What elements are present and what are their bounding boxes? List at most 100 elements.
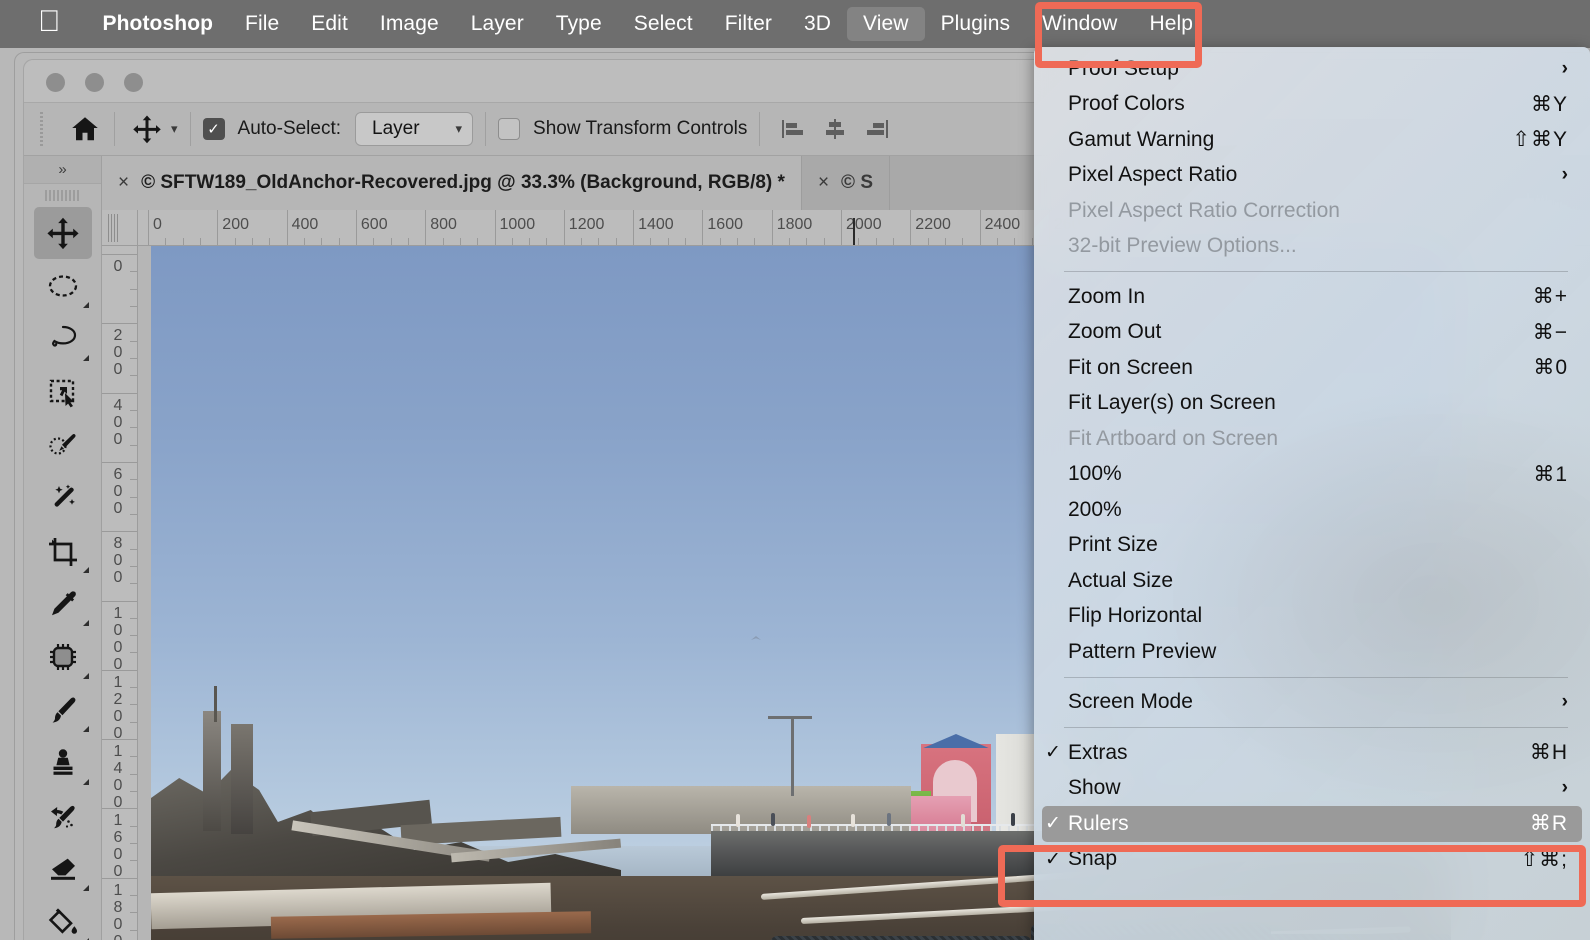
menu-3d[interactable]: 3D xyxy=(788,7,847,41)
menu-item-pixel-aspect-ratio-correction: Pixel Aspect Ratio Correction xyxy=(1034,193,1590,229)
menu-view[interactable]: View xyxy=(847,7,925,41)
menu-item-actual-size[interactable]: Actual Size xyxy=(1034,563,1590,599)
ruler-tick-major xyxy=(425,210,427,245)
ruler-tick-label: 1400 xyxy=(638,216,674,233)
menu-item-label: Show xyxy=(1068,776,1121,800)
auto-select-scope-dropdown[interactable]: Layer ▾ xyxy=(355,112,474,146)
ruler-tick-minor xyxy=(1014,238,1016,245)
menu-layer[interactable]: Layer xyxy=(455,7,540,41)
menu-item-zoom-in[interactable]: Zoom In ⌘+ xyxy=(1034,279,1590,315)
history-brush-tool[interactable] xyxy=(34,790,92,842)
show-transform-controls-checkbox[interactable]: ✓ xyxy=(498,118,521,140)
eyedropper-tool[interactable] xyxy=(34,578,92,630)
ruler-tick-minor xyxy=(737,238,739,245)
ruler-origin-corner[interactable] xyxy=(102,210,138,246)
menu-item-snap[interactable]: ✓ Snap ⇧⌘; xyxy=(1034,842,1590,878)
ruler-tick-minor xyxy=(130,357,137,359)
options-bar-grip[interactable] xyxy=(38,112,46,146)
align-left-icon[interactable] xyxy=(772,114,814,144)
eraser-tool[interactable] xyxy=(34,843,92,895)
maximize-window-button[interactable] xyxy=(124,73,143,92)
crop-tool[interactable] xyxy=(34,525,92,577)
ruler-tick-minor xyxy=(685,238,687,245)
menu-item-shortcut: ⌘H xyxy=(1529,741,1568,765)
magic-wand-tool[interactable] xyxy=(34,472,92,524)
ruler-tick-minor xyxy=(130,860,137,862)
ruler-tick-minor xyxy=(130,288,137,290)
quick-selection-tool[interactable] xyxy=(34,419,92,471)
menu-item-32-bit-preview-options: 32-bit Preview Options... xyxy=(1034,229,1590,265)
ruler-tick-label: 2000 xyxy=(846,216,882,233)
gradient-paint-bucket-tool[interactable] xyxy=(34,896,92,940)
menu-item-flip-horizontal[interactable]: Flip Horizontal xyxy=(1034,599,1590,635)
ruler-tick-major xyxy=(102,600,137,602)
window-traffic-lights[interactable] xyxy=(46,73,143,92)
menu-photoshop[interactable]: Photoshop xyxy=(87,7,230,41)
menu-item-extras[interactable]: ✓ Extras ⌘H xyxy=(1034,735,1590,771)
close-window-button[interactable] xyxy=(46,73,65,92)
menu-item-zoom-out[interactable]: Zoom Out ⌘− xyxy=(1034,315,1590,351)
spot-healing-brush-tool[interactable] xyxy=(34,631,92,683)
ruler-tick-minor xyxy=(667,238,669,245)
move-tool[interactable] xyxy=(33,207,92,259)
menu-item-label: Screen Mode xyxy=(1068,690,1193,714)
ruler-tick-label: 200 xyxy=(222,216,249,233)
menu-item-proof-colors[interactable]: Proof Colors ⌘Y xyxy=(1034,87,1590,123)
minimize-window-button[interactable] xyxy=(85,73,104,92)
menu-edit[interactable]: Edit xyxy=(295,7,364,41)
menu-item-rulers[interactable]: ✓ Rulers ⌘R xyxy=(1042,806,1582,842)
ruler-tick-minor xyxy=(789,238,791,245)
ruler-guide-marker[interactable] xyxy=(853,218,855,245)
menu-window[interactable]: Window xyxy=(1026,7,1133,41)
close-icon[interactable]: × xyxy=(818,172,829,194)
menu-item-100[interactable]: 100% ⌘1 xyxy=(1034,457,1590,493)
menu-item-fit-on-screen[interactable]: Fit on Screen ⌘0 xyxy=(1034,350,1590,386)
object-selection-tool[interactable] xyxy=(34,366,92,418)
menu-item-print-size[interactable]: Print Size xyxy=(1034,528,1590,564)
brush-tool[interactable] xyxy=(34,684,92,736)
close-icon[interactable]: × xyxy=(118,172,129,194)
menu-file[interactable]: File xyxy=(229,7,295,41)
ruler-tick-minor xyxy=(130,791,137,793)
menu-type[interactable]: Type xyxy=(540,7,618,41)
menu-item-gamut-warning[interactable]: Gamut Warning ⇧⌘Y xyxy=(1034,122,1590,158)
home-icon[interactable] xyxy=(68,112,102,146)
ruler-tick-minor xyxy=(858,238,860,245)
auto-select-label: Auto-Select: xyxy=(237,118,342,139)
double-chevron-right-icon[interactable]: » xyxy=(24,156,101,184)
align-center-horizontal-icon[interactable] xyxy=(814,114,856,144)
ruler-tick-minor xyxy=(650,238,652,245)
menu-item-show[interactable]: Show › xyxy=(1034,771,1590,807)
ruler-tick-minor xyxy=(529,238,531,245)
menu-image[interactable]: Image xyxy=(364,7,455,41)
menu-filter[interactable]: Filter xyxy=(709,7,788,41)
ruler-tick-minor xyxy=(130,409,137,411)
auto-select-checkbox[interactable]: ✓ xyxy=(202,118,225,140)
menu-item-200[interactable]: 200% xyxy=(1034,492,1590,528)
menu-item-pattern-preview[interactable]: Pattern Preview xyxy=(1034,634,1590,670)
distant-crane-arm xyxy=(768,716,812,719)
elliptical-marquee-tool[interactable] xyxy=(34,260,92,312)
menu-select[interactable]: Select xyxy=(618,7,709,41)
ruler-tick-minor xyxy=(996,238,998,245)
move-tool-icon[interactable] xyxy=(127,112,167,146)
document-tab-title: © SFTW189_OldAnchor-Recovered.jpg @ 33.3… xyxy=(141,172,785,193)
lasso-tool[interactable] xyxy=(34,313,92,365)
menu-help[interactable]: Help xyxy=(1133,7,1209,41)
divider xyxy=(485,112,487,146)
view-dropdown-menu[interactable]: Proof Setup › Proof Colors ⌘Y Gamut Warning ⇧… xyxy=(1034,47,1590,940)
document-tab-active[interactable]: × © SFTW189_OldAnchor-Recovered.jpg @ 33… xyxy=(102,156,802,210)
tools-panel-grip[interactable] xyxy=(24,184,101,206)
document-tab-2[interactable]: × © S xyxy=(801,156,890,210)
apple-logo-icon[interactable]:  xyxy=(38,7,61,37)
menu-item-proof-setup[interactable]: Proof Setup › xyxy=(1034,51,1590,87)
divider xyxy=(189,112,191,146)
chevron-down-icon[interactable]: ▾ xyxy=(171,121,178,137)
menu-item-screen-mode[interactable]: Screen Mode › xyxy=(1034,685,1590,721)
menu-item-fit-layer-s-on-screen[interactable]: Fit Layer(s) on Screen xyxy=(1034,386,1590,422)
menu-plugins[interactable]: Plugins xyxy=(925,7,1027,41)
vertical-ruler[interactable]: 0 200 400 600 800 10001200140016001800 xyxy=(102,246,138,940)
menu-item-pixel-aspect-ratio[interactable]: Pixel Aspect Ratio › xyxy=(1034,158,1590,194)
clone-stamp-tool[interactable] xyxy=(34,737,92,789)
align-right-icon[interactable] xyxy=(856,114,898,144)
